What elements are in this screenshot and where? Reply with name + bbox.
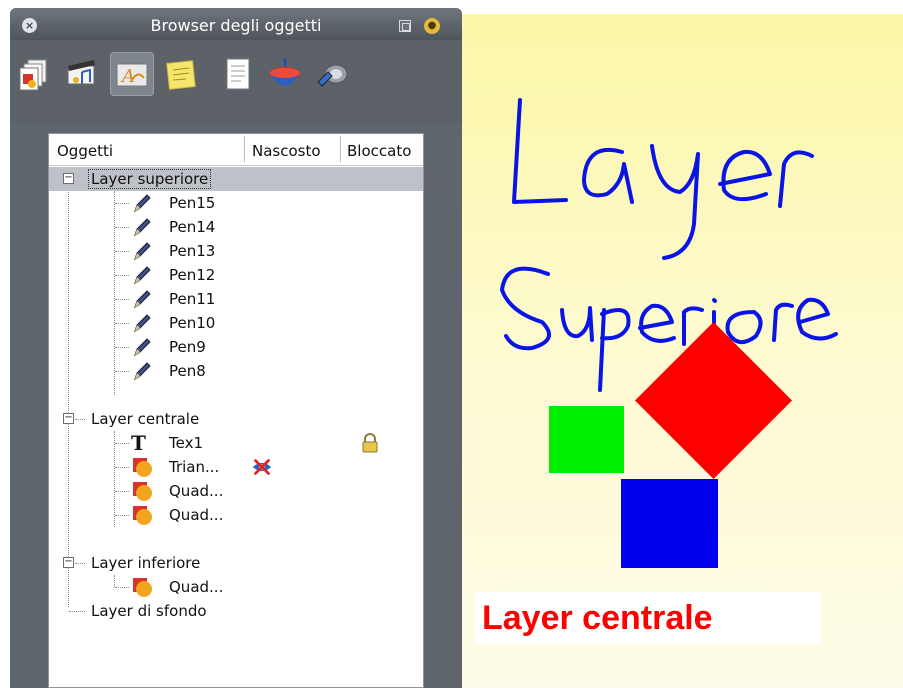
column-divider[interactable] [340,136,341,162]
svg-text:A: A [120,66,135,87]
shape-icon [133,458,152,477]
pen-icon [134,290,151,309]
tree-guide [115,227,129,228]
list-header: Oggetti Nascosto Bloccato [49,134,423,166]
tree-row-layer-centrale[interactable]: − Layer centrale [49,407,423,431]
object-label[interactable]: Pen12 [169,266,215,284]
object-label[interactable]: Quad... [169,578,223,596]
layer-label[interactable]: Layer inferiore [89,554,202,572]
document-icon[interactable] [215,52,259,96]
tree-guide [115,587,129,588]
tree-row-layer-inferiore[interactable]: − Layer inferiore [49,551,423,575]
object-browser-panel: × Browser degli oggetti ● A Oggetti Nasc… [10,8,462,688]
whiteboard-canvas[interactable]: Layer centrale [462,14,903,688]
tree-guide [115,443,129,444]
canvas-text-layer-centrale[interactable]: Layer centrale [476,592,820,644]
tree-guide [115,299,129,300]
tree-row-pen[interactable]: Pen11 [49,287,423,311]
layer-label[interactable]: Layer superiore [87,169,212,189]
column-header-objects[interactable]: Oggetti [57,142,113,160]
object-label[interactable]: Pen10 [169,314,215,332]
media-icon[interactable] [60,52,104,96]
text-object-icon: T [131,431,146,455]
tree-guide [115,467,129,468]
column-header-locked[interactable]: Bloccato [347,142,411,160]
layer-tree: − Layer superiore Pen15 Pen14 Pen13 Pen12 Pe… [49,167,423,687]
handwriting-layer[interactable] [512,98,814,260]
object-label[interactable]: Pen14 [169,218,215,236]
tree-row-square[interactable]: Quad... [49,479,423,503]
green-square-shape[interactable] [549,406,624,473]
tree-guide [115,275,129,276]
pen-icon [134,218,151,237]
tree-guide [115,371,129,372]
object-list: Oggetti Nascosto Bloccato − Layer superi… [48,133,424,688]
layer-label[interactable]: Layer di sfondo [89,602,209,620]
tree-guide [115,203,129,204]
tree-row-pen[interactable]: Pen9 [49,335,423,359]
tool-icon[interactable] [310,52,354,96]
panel-toolbar: A [10,40,462,124]
object-label[interactable]: Pen8 [169,362,206,380]
collapse-toggle[interactable]: − [63,413,74,424]
object-label[interactable]: Pen13 [169,242,215,260]
shape-icon [133,506,152,525]
canvas-top-strip [462,0,903,14]
spinning-top-icon[interactable] [263,52,307,96]
tree-row-triangle[interactable]: Trian... [49,455,423,479]
pages-icon[interactable] [14,52,58,96]
collapse-toggle[interactable]: − [63,557,74,568]
panel-titlebar: × Browser degli oggetti ● [10,8,462,40]
pen-icon [134,314,151,333]
layer-label[interactable]: Layer centrale [89,410,201,428]
tree-guide [115,323,129,324]
object-label[interactable]: Trian... [169,458,219,476]
tree-row-pen[interactable]: Pen10 [49,311,423,335]
object-label[interactable]: Tex1 [169,434,203,452]
tree-row-pen[interactable]: Pen14 [49,215,423,239]
tree-row-layer-sfondo[interactable]: Layer di sfondo [49,599,423,623]
tree-row-layer-superiore[interactable]: − Layer superiore [49,167,423,191]
tree-guide [69,611,85,612]
tree-guide [75,563,85,564]
tree-row-pen[interactable]: Pen15 [49,191,423,215]
pen-icon [134,266,151,285]
text-object-icon[interactable]: A [110,52,154,96]
pen-icon [134,362,151,381]
object-label[interactable]: Pen9 [169,338,206,356]
tree-guide [115,491,129,492]
column-divider[interactable] [244,136,245,162]
object-label[interactable]: Quad... [169,506,223,524]
tree-row-pen[interactable]: Pen12 [49,263,423,287]
notes-icon[interactable] [160,52,204,96]
shape-icon [133,482,152,501]
tree-guide [115,347,129,348]
tree-row-square[interactable]: Quad... [49,575,423,599]
red-diamond-shape[interactable] [635,322,792,479]
object-label[interactable]: Quad... [169,482,223,500]
object-label[interactable]: Pen11 [169,290,215,308]
tree-guide [115,515,129,516]
lock-icon[interactable] [359,432,381,454]
column-header-hidden[interactable]: Nascosto [252,142,321,160]
tree-row-pen[interactable]: Pen8 [49,359,423,383]
tree-row-pen[interactable]: Pen13 [49,239,423,263]
pen-icon [134,194,151,213]
panel-title: Browser degli oggetti [150,16,322,35]
pin-icon[interactable]: ● [424,18,440,34]
restore-icon[interactable] [399,20,411,32]
tree-row-square[interactable]: Quad... [49,503,423,527]
pen-icon [134,338,151,357]
tree-guide [115,251,129,252]
hidden-eye-icon[interactable] [251,456,273,478]
tree-row-tex1[interactable]: T Tex1 [49,431,423,455]
tree-guide [75,419,85,420]
pen-icon [134,242,151,261]
blue-square-shape[interactable] [621,479,718,568]
collapse-toggle[interactable]: − [63,173,74,184]
shape-icon [133,578,152,597]
canvas-drawing [500,98,838,568]
object-label[interactable]: Pen15 [169,194,215,212]
